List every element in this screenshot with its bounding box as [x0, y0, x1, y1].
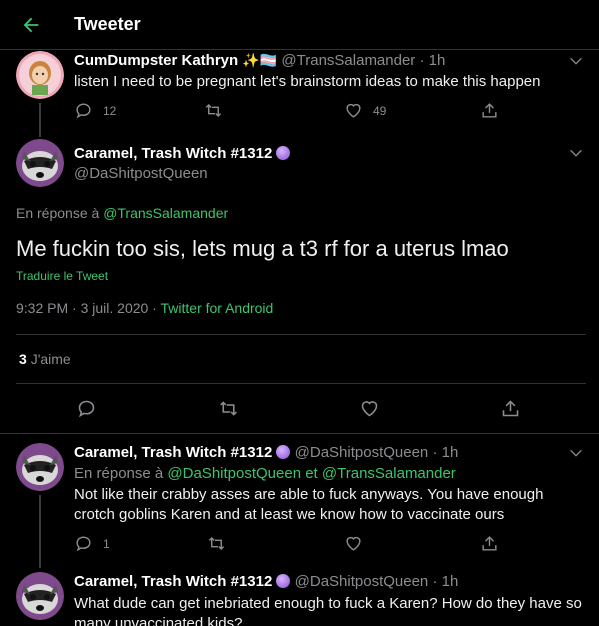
- handle[interactable]: @DaShitpostQueen: [295, 573, 429, 590]
- tweet-header: Caramel, Trash Witch #1312: [74, 145, 291, 162]
- share-button[interactable]: [480, 534, 499, 553]
- reply-to-link[interactable]: @DaShitpostQueen: [167, 465, 301, 482]
- reply-prefix: En réponse à: [16, 205, 100, 221]
- avatar[interactable]: [16, 51, 64, 99]
- tweet-header: CumDumpster Kathryn ✨🏳️‍⚧️ @TransSalaman…: [74, 52, 445, 69]
- share-icon: [502, 400, 519, 417]
- crystal-ball-icon: [276, 146, 291, 160]
- retweet-icon: [208, 536, 225, 551]
- top-bar: Tweeter: [0, 0, 599, 50]
- translate-link[interactable]: Traduire le Tweet: [16, 269, 108, 283]
- avatar[interactable]: [16, 572, 64, 620]
- back-arrow-icon[interactable]: [20, 14, 42, 36]
- share-button[interactable]: [500, 398, 521, 419]
- retweet-icon: [220, 401, 237, 416]
- reply-button[interactable]: [76, 398, 97, 419]
- likes-count: 3: [19, 351, 27, 367]
- thread-connector: [39, 103, 41, 137]
- share-icon: [482, 103, 497, 118]
- tweet-time: · 1h: [432, 444, 459, 461]
- retweet-button[interactable]: [218, 398, 239, 419]
- reply-icon: [76, 536, 91, 552]
- reply-count: 12: [103, 103, 117, 118]
- share-icon: [482, 536, 497, 551]
- reply-context: En réponse à @DaShitpostQueen et @TransS…: [74, 465, 456, 482]
- like-button[interactable]: [344, 534, 363, 553]
- display-name[interactable]: Caramel, Trash Witch #1312: [74, 573, 272, 590]
- like-button[interactable]: [359, 398, 380, 419]
- timestamp: 9:32 PM · 3 juil. 2020 ·: [16, 300, 157, 316]
- tweet-text: Me fuckin too sis, lets mug a t3 rf for …: [16, 236, 509, 261]
- reply-icon: [76, 103, 91, 119]
- avatar[interactable]: [16, 139, 64, 187]
- avatar[interactable]: [16, 443, 64, 491]
- chevron-down-icon[interactable]: [568, 445, 584, 461]
- chevron-down-icon[interactable]: [568, 53, 584, 69]
- crystal-ball-icon: [276, 445, 291, 459]
- reply-to-link[interactable]: @TransSalamander: [103, 205, 228, 221]
- likes-label: J'aime: [30, 351, 71, 367]
- name-emoji: ✨🏳️‍⚧️: [242, 52, 278, 68]
- handle[interactable]: @DaShitpostQueen: [295, 444, 429, 461]
- handle[interactable]: @DaShitpostQueen: [74, 165, 208, 182]
- client-link[interactable]: Twitter for Android: [161, 300, 274, 316]
- tweet-text: Not like their crabby asses are able to …: [74, 486, 544, 523]
- reply-context: En réponse à @TransSalamander: [16, 205, 228, 221]
- handle[interactable]: @TransSalamander: [281, 52, 415, 69]
- share-button[interactable]: [480, 101, 499, 120]
- page-title: Tweeter: [74, 14, 141, 34]
- tweet-time: · 1h: [419, 52, 446, 69]
- reply-button[interactable]: 12: [74, 101, 116, 120]
- display-name[interactable]: Caramel, Trash Witch #1312: [74, 145, 272, 162]
- display-name[interactable]: CumDumpster Kathryn: [74, 52, 238, 69]
- reply-to-link[interactable]: @TransSalamander: [322, 465, 456, 482]
- handle-line: @DaShitpostQueen: [74, 165, 208, 182]
- retweet-button[interactable]: [207, 534, 226, 553]
- reply-icon: [78, 400, 95, 418]
- tweet-header: Caramel, Trash Witch #1312 @DaShitpostQu…: [74, 444, 458, 461]
- crystal-ball-icon: [276, 574, 291, 588]
- reply-and: et: [305, 465, 318, 482]
- reply-count: 1: [103, 536, 110, 551]
- like-button[interactable]: 49: [344, 101, 386, 120]
- divider: [16, 383, 586, 384]
- like-icon: [346, 103, 361, 118]
- chevron-down-icon[interactable]: [568, 145, 584, 161]
- retweet-icon: [205, 103, 222, 118]
- tweet-text: listen I need to be pregnant let's brain…: [74, 73, 541, 90]
- like-count: 49: [373, 103, 387, 118]
- like-icon: [361, 401, 378, 417]
- reply-button[interactable]: 1: [74, 534, 110, 553]
- tweet-time: · 1h: [432, 573, 459, 590]
- like-icon: [346, 536, 361, 551]
- display-name[interactable]: Caramel, Trash Witch #1312: [74, 444, 272, 461]
- divider: [16, 334, 586, 335]
- tweet-header: Caramel, Trash Witch #1312 @DaShitpostQu…: [74, 573, 458, 590]
- timestamp-line: 9:32 PM · 3 juil. 2020 · Twitter for And…: [16, 300, 273, 316]
- likes-summary[interactable]: 3 J'aime: [19, 351, 71, 367]
- reply-prefix: En réponse à: [74, 465, 164, 482]
- thread-connector: [39, 495, 41, 568]
- retweet-button[interactable]: [204, 101, 223, 120]
- divider: [0, 433, 599, 434]
- tweet-text: What dude can get inebriated enough to f…: [74, 595, 582, 626]
